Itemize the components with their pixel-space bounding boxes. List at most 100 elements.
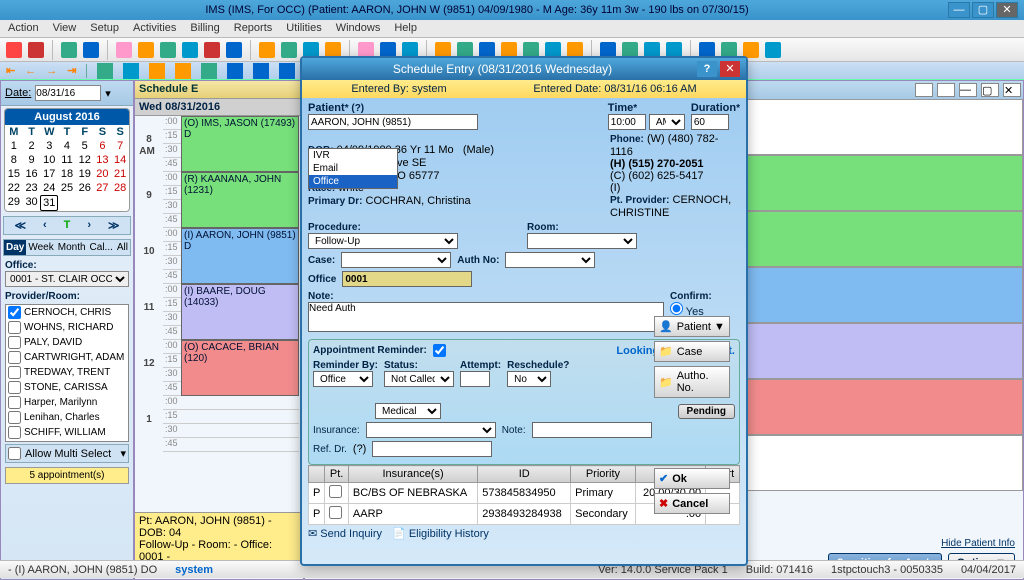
provider-item[interactable]: CARTWRIGHT, ADAM (6, 350, 128, 365)
menu-utilities[interactable]: Utilities (286, 22, 321, 35)
status-date: 04/04/2017 (961, 564, 1016, 576)
medical-select[interactable]: Medical (375, 403, 441, 419)
refdr-field[interactable] (372, 441, 492, 457)
schedule-grid[interactable]: 8:00:15:30:45(O) IMS, JASON (17493) D9:0… (135, 116, 303, 476)
provider-item[interactable]: Shafer Mauritzsson, Jan (6, 440, 128, 442)
provider-item[interactable]: SCHIFF, WILLIAM (6, 425, 128, 440)
rt-close[interactable]: ✕ (1003, 83, 1021, 97)
appointment-block[interactable]: (I) BAARE, DOUG (14033) (181, 284, 299, 340)
time-ampm[interactable]: AM (649, 114, 685, 130)
mini-calendar[interactable]: August 2016 MTWTFSS 1234567 891011121314… (4, 108, 130, 212)
minimize-button[interactable]: — (948, 2, 970, 18)
provider-item[interactable]: PALY, DAVID (6, 335, 128, 350)
insurance-select[interactable] (366, 422, 496, 438)
menu-windows[interactable]: Windows (336, 22, 381, 35)
note-field[interactable] (308, 302, 664, 332)
tab-week[interactable]: Week (26, 240, 55, 255)
rt-maximize[interactable]: ▢ (981, 83, 999, 97)
hide-patient-info-link[interactable]: Hide Patient Info (941, 538, 1015, 549)
menu-action[interactable]: Action (8, 22, 39, 35)
rt-btn2[interactable] (937, 83, 955, 97)
time-field[interactable] (608, 114, 646, 130)
side-patient-button[interactable]: 👤Patient ▼ (654, 316, 730, 337)
date-dropdown-icon[interactable]: ▾ (105, 87, 111, 100)
reminder-by-select[interactable]: Office (313, 371, 373, 387)
procedure-select[interactable]: Follow-Up (308, 233, 458, 249)
status-patient: - (I) AARON, JOHN (9851) DO (8, 564, 157, 576)
insurance-note[interactable] (532, 422, 652, 438)
side-authno-button[interactable]: 📁Autho. No. (654, 366, 730, 398)
nav-prev-icon[interactable]: ← (25, 65, 36, 77)
nav-first-icon[interactable]: ⇤ (6, 64, 15, 77)
menu-help[interactable]: Help (394, 22, 417, 35)
appointment-block[interactable]: (O) IMS, JASON (17493) D (181, 116, 299, 172)
nav-first[interactable]: ≪ (14, 219, 26, 232)
nav-prev[interactable]: ‹ (43, 219, 47, 232)
dialog-close-button[interactable]: ✕ (720, 61, 740, 77)
day-header: Wed 08/31/2016 (135, 99, 303, 116)
ok-button[interactable]: ✔Ok (654, 468, 730, 489)
appointment-block[interactable]: (R) KAANANA, JOHN (1231) (181, 172, 299, 228)
menu-reports[interactable]: Reports (234, 22, 273, 35)
send-inquiry-link[interactable]: ✉ Send Inquiry (308, 527, 382, 540)
appointment-block[interactable]: (I) AARON, JOHN (9851) D (181, 228, 299, 284)
view-tabs: Day Week Month Cal... All (3, 239, 131, 256)
nav-last[interactable]: ≫ (108, 219, 120, 232)
allow-multi-checkbox[interactable] (8, 447, 21, 460)
dropdown-opt-email[interactable]: Email (309, 162, 397, 175)
close-button[interactable]: ✕ (996, 2, 1018, 18)
cancel-button[interactable]: ✖Cancel (654, 493, 730, 514)
left-pane: Date: ▾ August 2016 MTWTFSS 1234567 8910… (0, 80, 134, 580)
duration-label: Duration* (691, 102, 740, 114)
menu-setup[interactable]: Setup (90, 22, 119, 35)
provider-item[interactable]: CERNOCH, CHRIS (6, 305, 128, 320)
expand-icon[interactable]: ▾ (120, 447, 126, 460)
reschedule-select[interactable]: No (507, 371, 551, 387)
side-case-button[interactable]: 📁Case (654, 341, 730, 362)
nav-today[interactable]: T (64, 219, 71, 232)
menu-billing[interactable]: Billing (190, 22, 219, 35)
dropdown-opt-office[interactable]: Office (309, 175, 397, 188)
dialog-help-button[interactable]: ? (697, 61, 717, 77)
office-select[interactable]: 0001 - ST. CLAIR OCCUP (5, 271, 129, 287)
reminder-by-dropdown[interactable]: IVR Email Office (308, 148, 398, 189)
appointment-block[interactable]: (O) CACACE, BRIAN (120) (181, 340, 299, 396)
attempt-field[interactable] (460, 371, 490, 387)
reminder-status-select[interactable]: Not Called (384, 371, 454, 387)
maximize-button[interactable]: ▢ (972, 2, 994, 18)
office-field[interactable] (342, 271, 472, 287)
authno-select[interactable] (505, 252, 595, 268)
date-input[interactable] (35, 85, 101, 101)
patient-field[interactable] (308, 114, 478, 130)
tab-cal[interactable]: Cal... (88, 240, 115, 255)
provider-item[interactable]: WOHNS, RICHARD (6, 320, 128, 335)
provider-item[interactable]: TREDWAY, TRENT (6, 365, 128, 380)
tab-day[interactable]: Day (4, 240, 26, 255)
nav-next[interactable]: › (87, 219, 91, 232)
provider-item[interactable]: Lenihan, Charles (6, 410, 128, 425)
nav-next-icon[interactable]: → (46, 65, 57, 77)
tab-all[interactable]: All (115, 240, 130, 255)
rt-minimize[interactable]: — (959, 83, 977, 97)
duration-field[interactable] (691, 114, 729, 130)
rt-btn1[interactable] (915, 83, 933, 97)
case-select[interactable] (341, 252, 451, 268)
provider-list[interactable]: CERNOCH, CHRIS WOHNS, RICHARD PALY, DAVI… (5, 304, 129, 442)
room-select[interactable] (527, 233, 637, 249)
confirm-yes[interactable] (670, 302, 683, 315)
pending-button[interactable]: Pending (678, 404, 735, 419)
provider-combo: Provider/Room: (5, 291, 129, 302)
menu-view[interactable]: View (53, 22, 77, 35)
provider-item[interactable]: STONE, CARISSA (6, 380, 128, 395)
dropdown-opt-ivr[interactable]: IVR (309, 149, 397, 162)
eligibility-history-link[interactable]: 📄 Eligibility History (392, 527, 489, 540)
date-label: Date: (5, 87, 31, 99)
status-user: system (175, 564, 213, 576)
cal-grid: MTWTFSS 1234567 891011121314 15161718192… (5, 125, 129, 211)
reminder-checkbox[interactable] (433, 344, 446, 357)
provider-item[interactable]: Harper, Marilynn (6, 395, 128, 410)
nav-last-icon[interactable]: ⇥ (67, 64, 76, 77)
allow-multi-select[interactable]: Allow Multi Select ▾ (5, 444, 129, 463)
menu-activities[interactable]: Activities (133, 22, 176, 35)
tab-month[interactable]: Month (56, 240, 88, 255)
